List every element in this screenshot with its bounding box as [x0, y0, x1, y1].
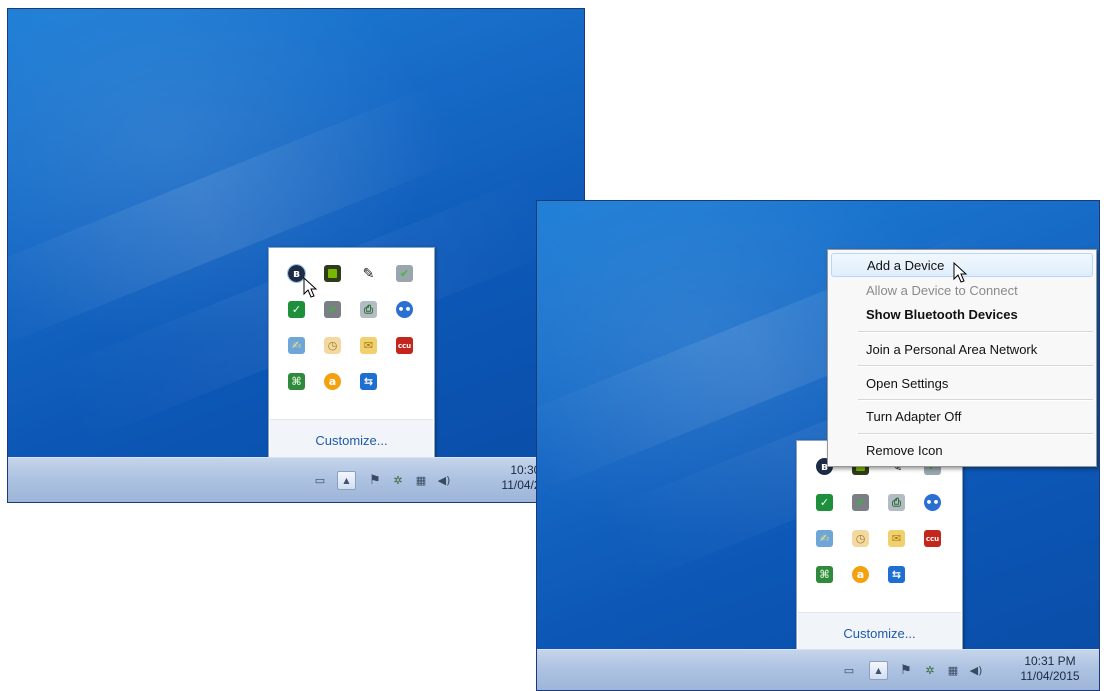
volume-icon[interactable]: ◀) [437, 473, 451, 487]
usb-device-icon[interactable]: ✔ [324, 301, 341, 318]
avast-icon[interactable]: a [852, 566, 869, 583]
taskbar: ▭ ▲ ⚑ ✲ ▦ ◀) 10:31 PM 11/04/2015 [537, 649, 1099, 690]
mouse-cursor [303, 277, 318, 298]
sync-icon[interactable]: ✓ [288, 301, 305, 318]
action-center-flag-icon[interactable]: ⚑ [368, 473, 382, 488]
menu-separator [858, 433, 1093, 435]
printer-icon[interactable]: ⎙ [360, 301, 377, 318]
clock-time: 10:31 PM [1024, 654, 1076, 668]
avast-icon[interactable]: a [324, 373, 341, 390]
left-screenshot: ʙ ✎ ✔ ✓ ✔ ⎙ •• ✍ ◷ ✉ ccu ⌘ a ⇆ Customize… [7, 8, 585, 503]
printer-icon[interactable]: ⎙ [888, 494, 905, 511]
action-center-flag-icon[interactable]: ⚑ [899, 663, 913, 678]
ccu-icon[interactable]: ccu [396, 337, 413, 354]
menu-item-turn-adapter-off[interactable]: Turn Adapter Off [831, 404, 1093, 428]
backup-icon[interactable]: ◷ [324, 337, 341, 354]
volume-icon[interactable]: ◀) [969, 663, 983, 677]
bluetooth-context-menu: Add a Device Allow a Device to Connect S… [827, 249, 1097, 467]
notes-icon[interactable]: ✍ [288, 337, 305, 354]
teamviewer-icon[interactable]: ⇆ [360, 373, 377, 390]
mail-icon[interactable]: ✉ [888, 530, 905, 547]
menu-item-show-bluetooth-devices[interactable]: Show Bluetooth Devices [831, 302, 1093, 326]
menu-item-remove-icon[interactable]: Remove Icon [831, 438, 1093, 462]
chat-icon[interactable]: •• [396, 301, 413, 318]
sync-icon[interactable]: ✓ [816, 494, 833, 511]
network-icon[interactable]: ▦ [946, 663, 960, 677]
dropbox-icon[interactable]: ✲ [391, 473, 405, 487]
mouse-cursor [953, 262, 968, 283]
keyboard-icon[interactable]: ▭ [313, 473, 327, 487]
menu-separator [858, 331, 1093, 333]
show-hidden-icons-button[interactable]: ▲ [869, 661, 888, 680]
menu-separator [858, 399, 1093, 401]
nvidia-icon[interactable] [324, 265, 341, 282]
show-hidden-icons-button[interactable]: ▲ [337, 471, 356, 490]
ink-icon[interactable]: ✎ [360, 265, 377, 282]
notification-overflow-popup: ʙ ✎ ✔ ✓ ✔ ⎙ •• ✍ ◷ ✉ ccu ⌘ a ⇆ Customize… [268, 247, 435, 459]
clock-date: 11/04/2015 [1020, 669, 1080, 683]
notes-icon[interactable]: ✍ [816, 530, 833, 547]
mail-icon[interactable]: ✉ [360, 337, 377, 354]
chat-icon[interactable]: •• [924, 494, 941, 511]
customize-link[interactable]: Customize... [797, 626, 962, 641]
backup-icon[interactable]: ◷ [852, 530, 869, 547]
dropbox-icon[interactable]: ✲ [923, 663, 937, 677]
menu-item-open-settings[interactable]: Open Settings [831, 371, 1093, 395]
menu-separator [858, 365, 1093, 367]
ccu-icon[interactable]: ccu [924, 530, 941, 547]
map-icon[interactable]: ⌘ [816, 566, 833, 583]
right-screenshot: ʙ ✎ ✔ ✓ ✔ ⎙ •• ✍ ◷ ✉ ccu ⌘ a ⇆ Customize… [536, 200, 1100, 691]
map-icon[interactable]: ⌘ [288, 373, 305, 390]
customize-link[interactable]: Customize... [269, 433, 434, 448]
taskbar: ▭ ▲ ⚑ ✲ ▦ ◀) 10:30 P 11/04/2015 [8, 457, 584, 502]
taskbar-clock[interactable]: 10:31 PM 11/04/2015 [1005, 654, 1095, 684]
safely-remove-icon[interactable]: ✔ [396, 265, 413, 282]
keyboard-icon[interactable]: ▭ [842, 663, 856, 677]
network-icon[interactable]: ▦ [414, 473, 428, 487]
menu-item-join-pan[interactable]: Join a Personal Area Network [831, 337, 1093, 361]
teamviewer-icon[interactable]: ⇆ [888, 566, 905, 583]
usb-device-icon[interactable]: ✔ [852, 494, 869, 511]
notification-overflow-popup: ʙ ✎ ✔ ✓ ✔ ⎙ •• ✍ ◷ ✉ ccu ⌘ a ⇆ Customize… [796, 440, 963, 652]
